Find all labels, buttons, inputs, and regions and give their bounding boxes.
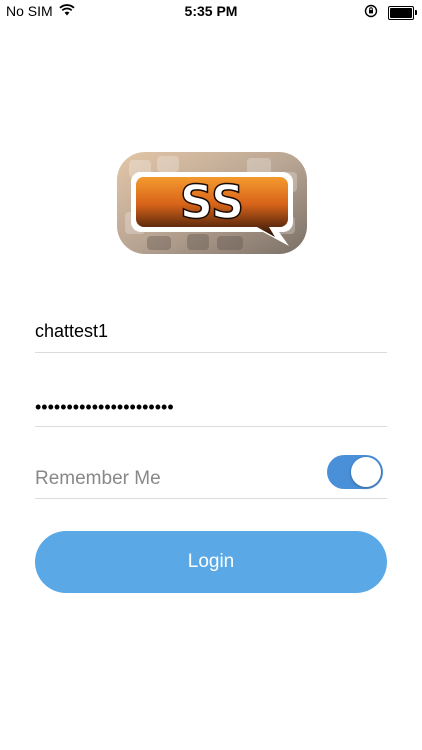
username-field-row [35, 312, 387, 353]
toggle-knob [351, 457, 381, 487]
status-time: 5:35 PM [184, 3, 238, 19]
logo-text: SS [180, 175, 244, 229]
remember-me-row: Remember Me [35, 452, 387, 499]
status-bar: No SIM 5:35 PM [0, 0, 422, 24]
battery-fill [390, 7, 412, 18]
remember-me-label: Remember Me [35, 468, 161, 489]
password-input[interactable] [35, 386, 387, 428]
remember-me-toggle[interactable] [327, 455, 383, 489]
app-logo: SS [117, 152, 307, 254]
password-field-row [35, 386, 387, 428]
battery-icon [388, 5, 417, 20]
username-input[interactable] [35, 312, 387, 350]
status-right [364, 4, 417, 21]
orientation-lock-icon [364, 4, 378, 21]
login-button[interactable]: Login [35, 531, 387, 593]
